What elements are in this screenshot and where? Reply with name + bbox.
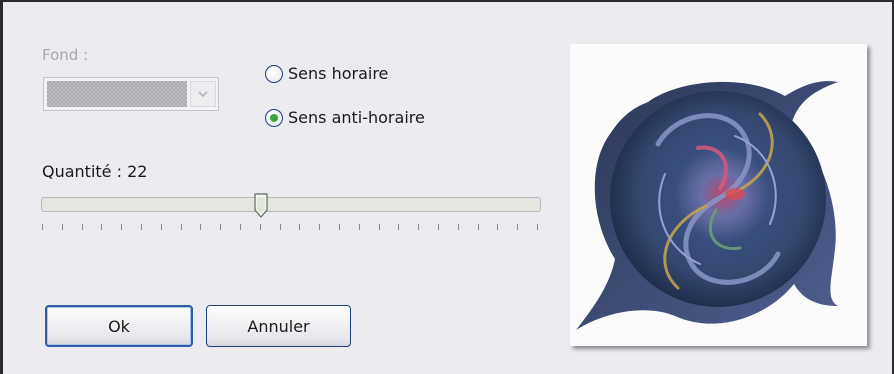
twist-dialog: Fond : Sens horaire Sens anti-horaire Qu… [0, 0, 894, 374]
amount-slider-track[interactable] [41, 197, 541, 212]
cancel-button[interactable]: Annuler [206, 305, 351, 347]
slider-tick [378, 224, 380, 230]
slider-tick [160, 224, 162, 230]
slider-tick [81, 224, 83, 230]
background-label: Fond : [42, 46, 89, 64]
ok-button[interactable]: Ok [45, 305, 193, 347]
slider-tick [517, 224, 519, 230]
slider-tick [477, 224, 479, 230]
slider-tick [121, 224, 123, 230]
slider-tick [42, 224, 43, 230]
amount-slider-thumb[interactable] [254, 193, 268, 219]
slider-tick [457, 224, 459, 230]
slider-tick [497, 224, 499, 230]
slider-tick [141, 224, 142, 230]
slider-tick [398, 224, 400, 230]
slider-tick [418, 224, 420, 230]
background-select[interactable] [43, 77, 219, 111]
radio-clockwise-button[interactable] [265, 64, 283, 83]
preview-image [570, 44, 867, 346]
radio-counterclockwise-button[interactable] [265, 108, 283, 127]
amount-label: Quantité : 22 [42, 162, 148, 181]
chevron-down-icon[interactable] [190, 81, 216, 107]
slider-tick [537, 224, 538, 230]
slider-tick [438, 224, 439, 230]
slider-tick [259, 224, 261, 230]
radio-counterclockwise-label: Sens anti-horaire [288, 108, 425, 127]
slider-tick [61, 224, 63, 230]
slider-tick [358, 224, 360, 230]
slider-tick [240, 224, 241, 230]
slider-tick [299, 224, 301, 230]
radio-clockwise-label: Sens horaire [288, 64, 389, 83]
slider-tick [101, 224, 103, 230]
radio-counterclockwise[interactable]: Sens anti-horaire [265, 108, 425, 127]
slider-tick [200, 224, 202, 230]
slider-tick [180, 224, 182, 230]
radio-clockwise[interactable]: Sens horaire [265, 64, 388, 83]
radio-selected-dot [270, 113, 278, 122]
amount-slider-ticks [42, 224, 542, 232]
slider-tick [319, 224, 321, 230]
background-swatch [47, 81, 187, 107]
slider-tick [279, 224, 281, 230]
slider-tick [220, 224, 222, 230]
slider-tick [339, 224, 340, 230]
